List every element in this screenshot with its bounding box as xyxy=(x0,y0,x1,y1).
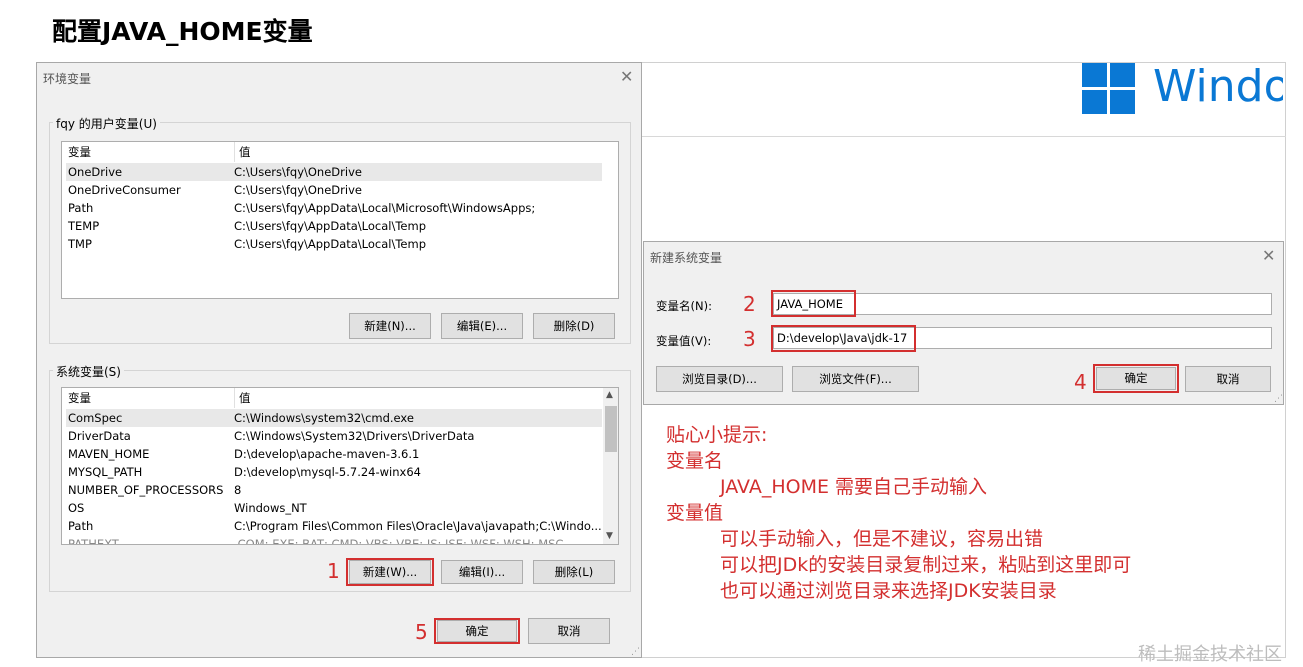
list-item[interactable]: Path C:\Users\fqy\AppData\Local\Microsoft… xyxy=(66,199,602,217)
resize-grip-icon[interactable]: ⋰ xyxy=(1274,394,1283,404)
col-var: 变量 xyxy=(68,391,91,405)
new-system-var-dialog: 新建系统变量 ✕ 变量名(N): 2 JAVA_HOME 变量值(V): 3 D… xyxy=(643,241,1284,405)
col-var: 变量 xyxy=(68,145,91,159)
step-2-marker: 2 xyxy=(743,292,756,316)
list-item[interactable]: OneDrive C:\Users\fqy\OneDrive xyxy=(66,163,602,181)
list-item[interactable]: MAVEN_HOME D:\develop\apache-maven-3.6.1 xyxy=(66,445,602,463)
ok-button[interactable]: 确定 xyxy=(1096,367,1176,390)
step-1-marker: 1 xyxy=(327,559,340,583)
ok-button[interactable]: 确定 xyxy=(437,620,517,642)
list-item[interactable]: OS Windows_NT xyxy=(66,499,602,517)
windows-wordmark: Windo xyxy=(1153,61,1283,112)
browse-directory-button[interactable]: 浏览目录(D)... xyxy=(656,366,783,392)
windows-logo-icon xyxy=(1082,63,1137,115)
step-3-highlight xyxy=(771,325,916,352)
var-value-label: 变量值(V): xyxy=(656,334,712,348)
step-2-highlight xyxy=(771,290,856,317)
step-4-marker: 4 xyxy=(1074,370,1087,394)
tips-value-line: 也可以通过浏览目录来选择JDK安装目录 xyxy=(720,580,1057,602)
list-item[interactable]: ComSpec C:\Windows\system32\cmd.exe xyxy=(66,409,602,427)
col-value: 值 xyxy=(234,388,251,408)
tips-name-title: 变量名 xyxy=(666,450,724,472)
var-name-label: 变量名(N): xyxy=(656,299,712,313)
system-new-button[interactable]: 新建(W)... xyxy=(349,560,431,584)
tips-name-line: JAVA_HOME 需要自己手动输入 xyxy=(720,476,988,498)
tips-value-line: 可以手动输入，但是不建议，容易出错 xyxy=(720,528,1044,550)
close-icon[interactable]: ✕ xyxy=(1262,246,1275,265)
scroll-up-icon[interactable]: ▲ xyxy=(606,390,613,400)
browse-file-button[interactable]: 浏览文件(F)... xyxy=(792,366,919,392)
env-vars-dialog: 环境变量 ✕ fqy 的用户变量(U) 变量 值 OneDrive C:\User… xyxy=(36,62,642,658)
dialog-title: 环境变量 xyxy=(43,72,92,86)
user-vars-list[interactable]: 变量 值 OneDrive C:\Users\fqy\OneDrive OneDr… xyxy=(61,141,619,299)
list-header: 变量 值 xyxy=(62,142,618,162)
system-vars-list[interactable]: 变量 值 ComSpec C:\Windows\system32\cmd.exe … xyxy=(61,387,619,545)
scroll-down-icon[interactable]: ▼ xyxy=(606,531,613,541)
system-edit-button[interactable]: 编辑(I)... xyxy=(441,560,523,584)
list-item[interactable]: Path C:\Program Files\Common Files\Oracle… xyxy=(66,517,602,535)
user-new-button[interactable]: 新建(N)... xyxy=(349,313,431,339)
user-vars-label: fqy 的用户变量(U) xyxy=(53,115,160,132)
system-delete-button[interactable]: 删除(L) xyxy=(533,560,615,584)
list-header: 变量 值 xyxy=(62,388,618,408)
system-vars-label: 系统变量(S) xyxy=(53,363,124,380)
cancel-button[interactable]: 取消 xyxy=(1185,366,1271,392)
step-5-marker: 5 xyxy=(415,620,428,644)
system-list-scrollbar[interactable]: ▲ ▼ xyxy=(603,388,618,544)
list-item[interactable]: TMP C:\Users\fqy\AppData\Local\Temp xyxy=(66,235,602,253)
list-item[interactable]: TEMP C:\Users\fqy\AppData\Local\Temp xyxy=(66,217,602,235)
list-item[interactable]: MYSQL_PATH D:\develop\mysql-5.7.24-winx64 xyxy=(66,463,602,481)
cancel-button[interactable]: 取消 xyxy=(528,618,610,644)
list-item[interactable]: DriverData C:\Windows\System32\Drivers\Dr… xyxy=(66,427,602,445)
page-title: 配置JAVA_HOME变量 xyxy=(52,17,313,46)
close-icon[interactable]: ✕ xyxy=(620,67,633,86)
step-3-marker: 3 xyxy=(743,327,756,351)
resize-grip-icon[interactable]: ⋰ xyxy=(631,647,640,657)
watermark: 稀土掘金技术社区 xyxy=(1138,644,1282,665)
tips-value-title: 变量值 xyxy=(666,502,724,524)
tips-heading: 贴心小提示: xyxy=(666,424,768,446)
dialog-title: 新建系统变量 xyxy=(650,251,723,265)
list-item[interactable]: PATHEXT .COM;.EXE;.BAT;.CMD;.VBS;.VBE;.JS… xyxy=(66,535,602,544)
scroll-thumb[interactable] xyxy=(605,406,617,452)
list-item[interactable]: NUMBER_OF_PROCESSORS 8 xyxy=(66,481,602,499)
tips-value-line: 可以把JDk的安装目录复制过来，粘贴到这里即可 xyxy=(720,554,1132,576)
user-delete-button[interactable]: 删除(D) xyxy=(533,313,615,339)
user-edit-button[interactable]: 编辑(E)... xyxy=(441,313,523,339)
list-item[interactable]: OneDriveConsumer C:\Users\fqy\OneDrive xyxy=(66,181,602,199)
col-value: 值 xyxy=(234,142,251,162)
backdrop-divider xyxy=(642,136,1286,137)
